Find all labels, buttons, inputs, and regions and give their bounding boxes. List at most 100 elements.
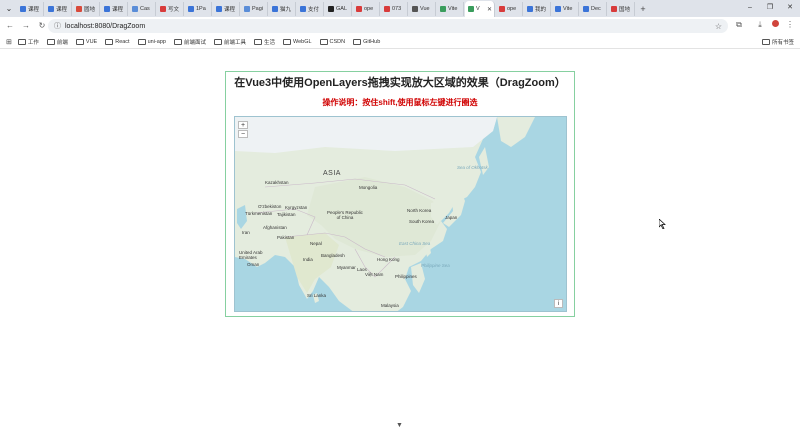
download-icon[interactable]: ⤓ [753, 18, 767, 32]
map-label-pakistan: Pakistan [277, 235, 295, 240]
extensions-icon[interactable]: ⧉ [732, 18, 746, 32]
tab-favicon-icon [555, 5, 561, 12]
tab-favicon-icon [468, 6, 474, 12]
bookmark-folder[interactable]: 生活 [253, 38, 275, 46]
map-label-sri-lanka: Sri Lanka [307, 293, 327, 298]
tab-close-icon[interactable]: ✕ [487, 6, 492, 13]
browser-tab[interactable]: 支付 [297, 1, 324, 16]
map-label-afghanistan: Afghanistan [263, 225, 287, 230]
bookmark-folder[interactable]: 前端工具 [213, 38, 246, 46]
bookmark-folder[interactable]: 工作 [17, 38, 39, 46]
map-viewport[interactable]: + − i ASIA Kazakhstan Mongolia O'zbekist… [234, 116, 567, 312]
tab-favicon-icon [20, 5, 26, 12]
url-text: localhost:8080/DragZoom [65, 22, 146, 30]
bookmark-star-icon[interactable]: ☆ [715, 22, 722, 31]
scroll-down-arrow-icon[interactable]: ▼ [396, 422, 403, 429]
tab-favicon-icon [583, 5, 589, 12]
folder-icon [75, 38, 84, 45]
all-bookmarks-button[interactable]: 所有书签 [761, 38, 794, 46]
tab-favicon-icon [527, 5, 533, 12]
browser-tab[interactable]: 课程 [101, 1, 128, 16]
profile-avatar[interactable] [768, 18, 782, 32]
bookmark-folder[interactable]: GitHub [353, 38, 380, 45]
browser-tab[interactable]: Dec [580, 1, 607, 16]
browser-tab[interactable]: Pagi [241, 1, 268, 16]
tab-favicon-icon [216, 5, 222, 12]
tab-label: Cas [140, 5, 150, 12]
bookmark-folder[interactable]: 前端 [46, 38, 68, 46]
tab-search-icon[interactable]: ⌄ [2, 2, 16, 16]
map-label-myanmar: Myanmar [337, 265, 356, 270]
site-info-icon[interactable]: ⓘ [54, 21, 61, 31]
tab-favicon-icon [440, 5, 446, 12]
bookmarks-bar: ⊞ 工作 前端 VUE React uni-app 前端面试 前端工具 生活 WebGL CSDN… [0, 35, 800, 49]
browser-tab[interactable]: ope [496, 1, 523, 16]
mouse-cursor-icon [659, 219, 666, 229]
zoom-out-button[interactable]: − [238, 130, 248, 138]
folder-icon [213, 38, 222, 45]
tab-label: 我的 [535, 6, 547, 13]
bookmark-folder[interactable]: 前端面试 [173, 38, 206, 46]
browser-tab[interactable]: 圆地 [73, 1, 100, 16]
all-bookmarks-label: 所有书签 [771, 40, 794, 46]
tab-label: 课程 [56, 6, 68, 13]
browser-menu-icon[interactable]: ⋮ [783, 18, 797, 32]
folder-icon [17, 38, 26, 45]
tab-favicon-icon [104, 5, 110, 12]
bookmark-folder[interactable]: uni-app [137, 38, 166, 45]
tab-favicon-icon [188, 5, 194, 12]
back-arrow-icon[interactable]: ← [2, 18, 18, 34]
bookmark-folder[interactable]: React [105, 38, 130, 45]
browser-tab[interactable]: Cas [129, 1, 156, 16]
browser-tab[interactable]: Vite [552, 1, 579, 16]
map-label-kyrgyzstan: Kyrgyzstan [285, 205, 308, 210]
bookmark-folder[interactable]: WebGL [283, 38, 312, 45]
apps-grid-icon[interactable]: ⊞ [6, 38, 12, 46]
demo-container: 在Vue3中使用OpenLayers拖拽实现放大区域的效果（DragZoom） … [225, 71, 575, 317]
tab-favicon-icon [132, 5, 138, 12]
tab-favicon-icon [272, 5, 278, 12]
browser-tab[interactable]: 我的 [524, 1, 551, 16]
browser-tab[interactable]: 073 [381, 1, 408, 16]
maximize-icon[interactable]: ❐ [760, 0, 780, 16]
map-label-emirates: United Arab Emirates [239, 250, 263, 260]
browser-tab[interactable]: 写文 [157, 1, 184, 16]
browser-tab[interactable]: ope [353, 1, 380, 16]
bookmark-label: 前端面试 [183, 39, 206, 46]
tab-label: V [476, 6, 480, 12]
map-label-turkmenistan: Türkmenistan [245, 211, 273, 216]
bookmark-folder[interactable]: VUE [75, 38, 97, 45]
map-label-nepal: Nepal [310, 241, 322, 246]
browser-tab[interactable]: 猫九 [269, 1, 296, 16]
tab-label: 课程 [28, 6, 40, 13]
browser-tab[interactable]: 课程 [17, 1, 44, 16]
zoom-in-button[interactable]: + [238, 121, 248, 129]
new-tab-button[interactable]: + [637, 4, 649, 14]
tab-favicon-icon [300, 5, 306, 12]
map-label-asia: ASIA [323, 170, 341, 177]
tab-label: Vite [448, 5, 458, 12]
tab-label: 1Pa [196, 5, 206, 12]
browser-tab[interactable]: 国地 [608, 1, 635, 16]
browser-tab[interactable]: 课程 [45, 1, 72, 16]
map-label-philippines: Philippines [395, 274, 417, 279]
minimize-icon[interactable]: – [740, 0, 760, 16]
browser-tab[interactable]: Vite [437, 1, 464, 16]
bookmark-folder[interactable]: CSDN [319, 38, 345, 45]
forward-arrow-icon[interactable]: → [18, 18, 34, 34]
tab-favicon-icon [160, 5, 166, 12]
tab-favicon-icon [611, 5, 617, 12]
tab-favicon-icon [48, 5, 54, 12]
map-label-bangladesh: Bangladesh [321, 253, 345, 258]
browser-tab[interactable]: GAL [325, 1, 352, 16]
browser-tab[interactable]: 1Pa [185, 1, 212, 16]
browser-tab[interactable]: V ✕ [465, 1, 495, 17]
tab-label: 支付 [308, 6, 320, 13]
attribution-button[interactable]: i [554, 299, 563, 308]
browser-tab[interactable]: 课程 [213, 1, 240, 16]
address-bar[interactable]: ⓘ localhost:8080/DragZoom ☆ [48, 19, 728, 33]
browser-tab[interactable]: Vue [409, 1, 436, 16]
bookmark-label: React [115, 38, 130, 45]
tab-label: GAL [336, 5, 348, 12]
close-window-icon[interactable]: ✕ [780, 0, 800, 16]
